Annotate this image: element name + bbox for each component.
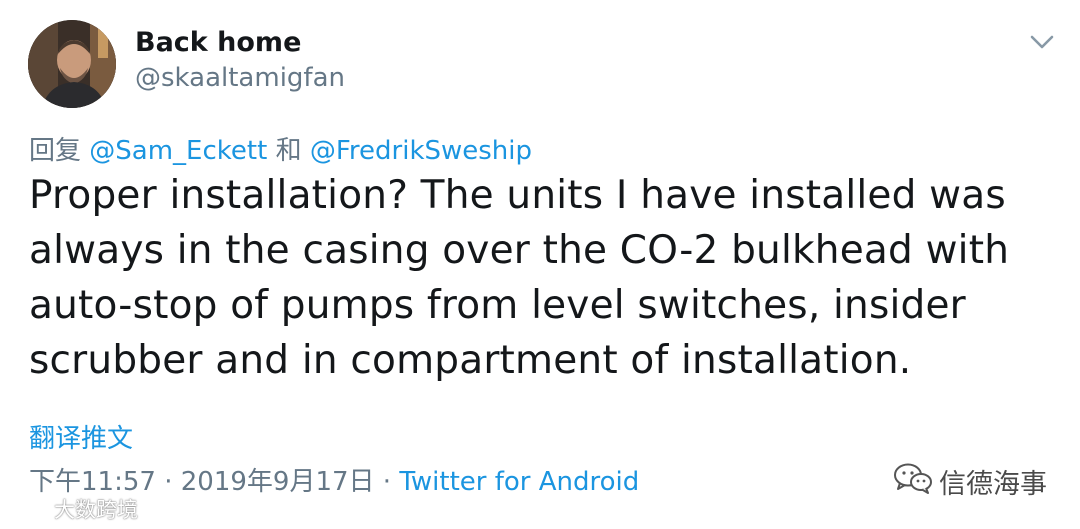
- tweet-source-link[interactable]: Twitter for Android: [399, 467, 639, 497]
- tweet-time[interactable]: 下午11:57: [29, 467, 156, 497]
- watermark-left: 大数跨境: [10, 494, 138, 524]
- tweet-text: Proper installation? The units I have in…: [29, 173, 1010, 383]
- tweet-date[interactable]: 2019年9月17日: [181, 467, 375, 497]
- mention-link[interactable]: @FredrikSweship: [310, 136, 532, 166]
- watermark-right: 信德海事: [893, 462, 1047, 501]
- watermark-right-text: 信德海事: [939, 469, 1047, 500]
- watermark-left-text: 大数跨境: [54, 498, 138, 522]
- meta-separator: ·: [382, 467, 392, 497]
- tweet-meta: 下午11:57 · 2019年9月17日 · Twitter for Andro…: [29, 461, 639, 498]
- mention-link[interactable]: @Sam_Eckett: [89, 136, 267, 166]
- brand-logo-icon: [10, 495, 50, 524]
- translate-tweet-link[interactable]: 翻译推文: [29, 418, 133, 455]
- chevron-down-icon[interactable]: [1026, 28, 1058, 56]
- reply-context: 回复 @Sam_Eckett 和 @FredrikSweship: [29, 130, 532, 167]
- reply-prefix: 回复: [29, 136, 82, 166]
- avatar[interactable]: [28, 20, 116, 108]
- author-display-name[interactable]: Back home: [135, 27, 301, 58]
- reply-conjunction: 和: [275, 136, 302, 166]
- author-handle[interactable]: @skaaltamigfan: [135, 63, 345, 93]
- wechat-icon: [893, 462, 933, 501]
- meta-separator: ·: [164, 467, 173, 497]
